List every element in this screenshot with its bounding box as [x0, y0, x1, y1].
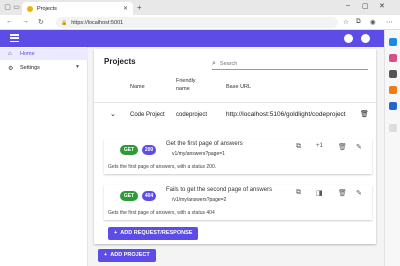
- add-sidebar-icon[interactable]: [389, 124, 397, 132]
- tools-icon[interactable]: [389, 70, 397, 78]
- copy-icon[interactable]: ⧉: [296, 143, 301, 151]
- delete-project-icon[interactable]: 🗑: [360, 110, 369, 118]
- project-base-url: http://localhost:5106/goldlight/codeproj…: [226, 111, 346, 118]
- shopping-icon[interactable]: [389, 54, 397, 62]
- view-icon[interactable]: ◨: [316, 189, 323, 197]
- browser-tabstrip: ▢ ▭ Projects ✕ + – ▢ ✕: [0, 0, 400, 15]
- column-header-name: Name: [130, 84, 145, 90]
- method-badge: GET: [120, 145, 138, 155]
- app-bar: [0, 30, 384, 47]
- status-badge: 404: [142, 191, 156, 201]
- app-sidebar: ⌂ Home ⚙ Settings ▼: [0, 47, 88, 266]
- workspaces-icon[interactable]: ▢: [3, 3, 12, 12]
- url-text: https://localhost:5001: [71, 19, 124, 26]
- lock-icon: 🔒: [61, 19, 68, 26]
- search-icon: ⌕: [212, 59, 216, 67]
- request-title: Fails to get the second page of answers: [166, 187, 273, 193]
- projects-card: Projects ⌕ Name Friendly name Base URL ⌄…: [94, 49, 376, 244]
- forward-icon[interactable]: →: [22, 18, 29, 25]
- project-row[interactable]: ⌄ Code Project codeproject http://localh…: [94, 107, 376, 125]
- close-window-icon[interactable]: ✕: [379, 2, 385, 10]
- browser-tab[interactable]: Projects ✕: [22, 2, 133, 15]
- chevron-down-icon: ▼: [75, 64, 80, 70]
- office-icon[interactable]: [389, 86, 397, 94]
- page-title: Projects: [104, 57, 136, 66]
- search-field[interactable]: ⌕: [212, 58, 368, 70]
- add-request-button[interactable]: + ADD REQUEST/RESPONSE: [108, 227, 199, 240]
- plus-icon: +: [114, 230, 118, 236]
- close-tab-icon[interactable]: ✕: [123, 5, 128, 12]
- edit-icon[interactable]: ✎: [356, 143, 362, 151]
- divider: [94, 102, 376, 103]
- theme-toggle-icon[interactable]: [344, 34, 353, 43]
- chevron-down-icon[interactable]: ⌄: [110, 110, 116, 118]
- delete-icon[interactable]: 🗑: [338, 143, 347, 151]
- plus-icon: +: [104, 252, 108, 258]
- tab-title: Projects: [37, 5, 57, 12]
- sidebar-item-label: Home: [20, 51, 35, 57]
- collections-icon[interactable]: ⧉: [356, 18, 361, 26]
- method-badge: GET: [120, 191, 138, 201]
- home-icon: ⌂: [8, 51, 12, 57]
- column-header-base-url: Base URL: [226, 84, 252, 90]
- request-description: Gets the first page of answers, with a s…: [108, 210, 215, 216]
- request-card: GET 404 Fails to get the second page of …: [104, 185, 372, 220]
- minimize-icon[interactable]: –: [346, 2, 350, 9]
- request-description: Gets the first page of answers, with a s…: [108, 164, 217, 170]
- main-content: Projects ⌕ Name Friendly name Base URL ⌄…: [88, 47, 384, 266]
- favicon-icon: [27, 5, 33, 12]
- sidebar-item-label: Settings: [20, 65, 40, 71]
- browser-sidebar: [384, 30, 400, 266]
- edit-icon[interactable]: ✎: [356, 189, 362, 197]
- add-project-button[interactable]: + ADD PROJECT: [98, 249, 156, 262]
- request-path: /v1/my/answers?page=2: [172, 197, 227, 203]
- status-badge: 200: [142, 145, 156, 155]
- refresh-icon[interactable]: ↻: [38, 18, 44, 26]
- request-title: Get the first page of answers: [166, 141, 243, 147]
- request-card: GET 200 Get the first page of answers v1…: [104, 139, 372, 174]
- address-bar: ← → ↻ 🔒 https://localhost:5001 ☆ ⧉ ◉ ⋯: [0, 15, 400, 30]
- project-name: Code Project: [130, 112, 165, 118]
- search-sidebar-icon[interactable]: [389, 38, 397, 46]
- request-path: v1/my/answers?page=1: [172, 151, 225, 157]
- gear-icon: ⚙: [8, 65, 14, 72]
- add-project-label: ADD PROJECT: [110, 252, 150, 258]
- sidebar-item-settings[interactable]: ⚙ Settings ▼: [0, 62, 88, 74]
- tab-actions-icon[interactable]: ▭: [12, 3, 21, 12]
- outlook-icon[interactable]: [389, 102, 397, 110]
- more-icon[interactable]: ⋯: [386, 18, 393, 26]
- add-request-label: ADD REQUEST/RESPONSE: [120, 230, 193, 236]
- github-icon[interactable]: [361, 34, 370, 43]
- search-input[interactable]: [219, 60, 350, 67]
- sidebar-item-home[interactable]: ⌂ Home: [0, 48, 88, 60]
- favorites-icon[interactable]: ☆: [343, 18, 349, 26]
- copy-icon[interactable]: ⧉: [296, 189, 301, 197]
- menu-icon[interactable]: [10, 34, 19, 43]
- back-icon[interactable]: ←: [6, 18, 13, 25]
- url-field[interactable]: 🔒 https://localhost:5001: [56, 17, 338, 28]
- column-header-friendly: Friendly name: [176, 78, 196, 92]
- maximize-icon[interactable]: ▢: [362, 2, 369, 10]
- new-tab-icon[interactable]: +: [137, 3, 142, 12]
- delete-icon[interactable]: 🗑: [338, 189, 347, 197]
- count-button[interactable]: +1: [316, 143, 323, 149]
- project-friendly-name: codeproject: [176, 112, 208, 118]
- profile-icon[interactable]: ◉: [370, 18, 376, 26]
